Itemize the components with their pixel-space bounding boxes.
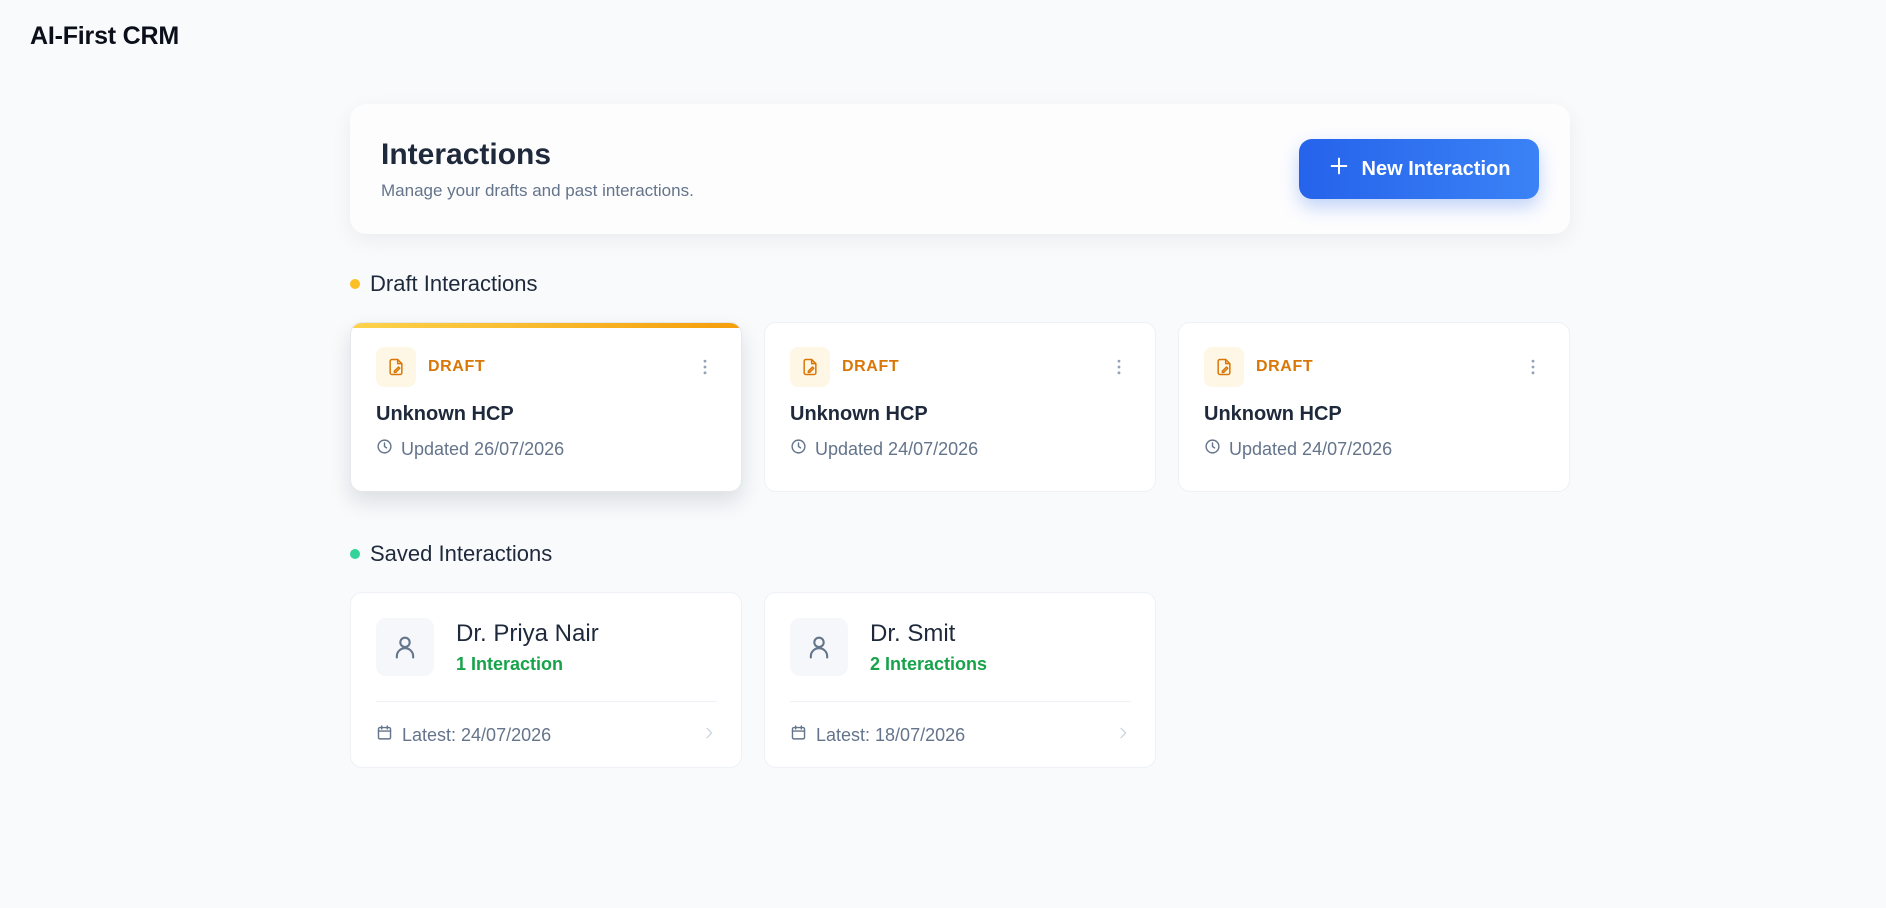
draft-card[interactable]: DRAFT Unknown HCP Updated 26/07/2026 [350,322,742,492]
updated-info: Updated 26/07/2026 [376,438,717,460]
saved-cards: Dr. Priya Nair 1 Interaction Latest: 24/… [350,592,1570,768]
draft-label: DRAFT [1256,358,1314,375]
document-edit-icon [1204,347,1244,387]
document-edit-icon [790,347,830,387]
user-icon [790,618,848,676]
draft-label: DRAFT [428,358,486,375]
clock-icon [376,438,393,460]
more-vertical-icon[interactable] [1107,355,1131,379]
saved-status-dot [350,549,360,559]
main-content: Interactions Manage your drafts and past… [350,104,1570,768]
app-title: AI-First CRM [30,22,179,50]
hcp-name: Unknown HCP [790,403,928,425]
more-vertical-icon[interactable] [1521,355,1545,379]
updated-date: Updated 26/07/2026 [401,438,565,459]
draft-section-header: Draft Interactions [350,270,1570,298]
draft-status-dot [350,279,360,289]
more-vertical-icon[interactable] [693,355,717,379]
saved-card-footer: Latest: 18/07/2026 [790,702,1131,768]
draft-badge: DRAFT [790,347,899,387]
draft-cards: DRAFT Unknown HCP Updated 26/07/2026 DRA… [350,322,1570,492]
calendar-icon [376,724,393,746]
plus-icon [1328,155,1350,183]
draft-card[interactable]: DRAFT Unknown HCP Updated 24/07/2026 [764,322,1156,492]
draft-card-top: DRAFT [790,347,1131,387]
page-title: Interactions [381,137,552,171]
latest-date: Latest: 24/07/2026 [402,724,552,745]
new-interaction-label: New Interaction [1361,157,1511,180]
latest-info: Latest: 24/07/2026 [376,724,551,746]
latest-info: Latest: 18/07/2026 [790,724,965,746]
draft-card[interactable]: DRAFT Unknown HCP Updated 24/07/2026 [1178,322,1570,492]
updated-date: Updated 24/07/2026 [1229,438,1393,459]
saved-section-title: Saved Interactions [370,541,553,566]
document-edit-icon [376,347,416,387]
draft-badge: DRAFT [376,347,485,387]
saved-card-footer: Latest: 24/07/2026 [376,702,717,768]
draft-label: DRAFT [842,358,900,375]
clock-icon [1204,438,1221,460]
chevron-right-icon[interactable] [1115,725,1131,746]
page-subtitle: Manage your drafts and past interactions… [381,180,694,200]
saved-section-header: Saved Interactions [350,540,1570,568]
updated-info: Updated 24/07/2026 [790,438,1131,460]
updated-info: Updated 24/07/2026 [1204,438,1545,460]
saved-card-top: Dr. Priya Nair 1 Interaction [376,617,717,677]
user-icon [376,618,434,676]
hcp-name: Unknown HCP [1204,403,1342,425]
interaction-count: 2 Interactions [870,653,988,674]
updated-date: Updated 24/07/2026 [815,438,979,459]
hcp-name: Dr. Smit [870,619,956,647]
saved-hcp-card[interactable]: Dr. Smit 2 Interactions Latest: 18/07/20… [764,592,1156,768]
page-header: Interactions Manage your drafts and past… [350,104,1570,234]
new-interaction-button[interactable]: New Interaction [1299,139,1539,199]
saved-card-info: Dr. Priya Nair 1 Interaction [456,620,599,675]
draft-section-title: Draft Interactions [370,271,538,296]
hcp-name: Dr. Priya Nair [456,619,599,647]
draft-card-top: DRAFT [376,347,717,387]
clock-icon [790,438,807,460]
interaction-count: 1 Interaction [456,653,564,674]
chevron-right-icon[interactable] [701,725,717,746]
saved-hcp-card[interactable]: Dr. Priya Nair 1 Interaction Latest: 24/… [350,592,742,768]
saved-card-top: Dr. Smit 2 Interactions [790,617,1131,677]
saved-card-info: Dr. Smit 2 Interactions [870,620,987,675]
draft-card-top: DRAFT [1204,347,1545,387]
header-text: Interactions Manage your drafts and past… [381,138,694,201]
draft-badge: DRAFT [1204,347,1313,387]
hcp-name: Unknown HCP [376,403,514,425]
latest-date: Latest: 18/07/2026 [816,724,966,745]
calendar-icon [790,724,807,746]
